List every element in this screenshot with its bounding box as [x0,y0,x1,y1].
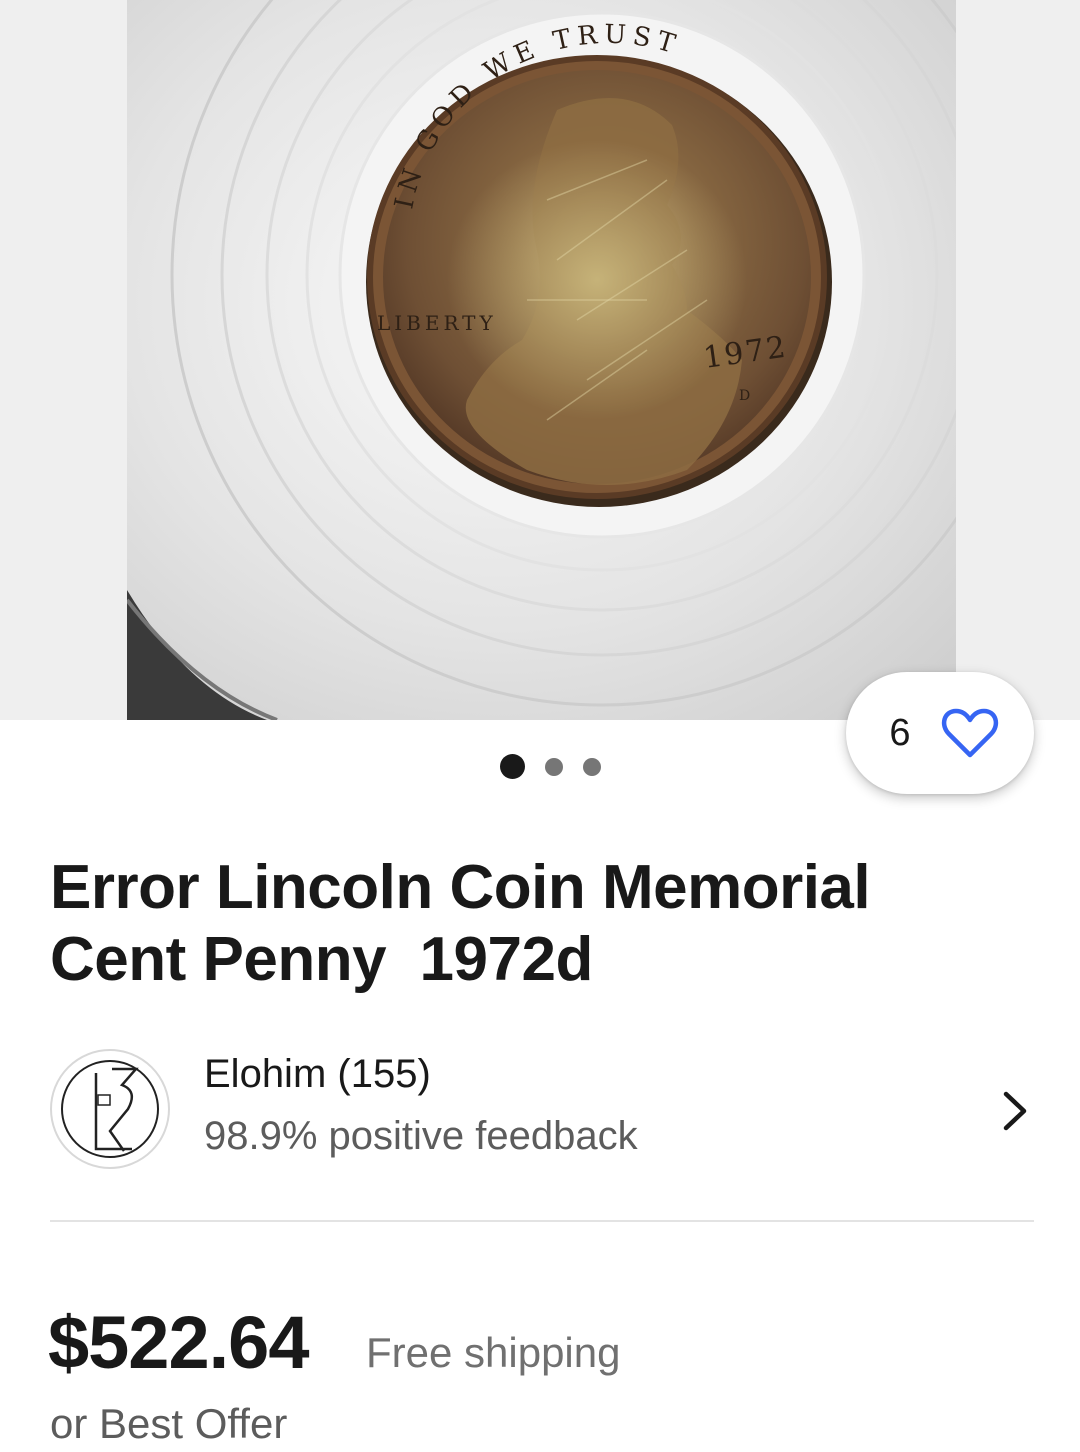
carousel-dot[interactable] [582,757,601,776]
heart-icon [941,708,998,758]
coin-mint-mark: D [739,388,750,404]
carousel-dot[interactable] [544,757,563,776]
seller-name[interactable]: Elohim (155) [204,1052,431,1097]
chevron-right-icon[interactable] [998,1090,1032,1132]
seller-avatar [50,1049,170,1169]
seller-row[interactable]: Elohim (155) 98.9% positive feedback [50,1044,1035,1174]
shipping-info: Free shipping [366,1329,621,1376]
carousel-dot-active[interactable] [499,754,525,779]
watch-count: 6 [889,711,911,754]
divider [50,1220,1034,1222]
image-carousel[interactable]: IN GOD WE TRUST LIBERTY 1972 D [0,0,1080,720]
item-title: Error Lincoln Coin Memorial Cent Penny 1… [50,853,887,994]
item-photo[interactable]: IN GOD WE TRUST LIBERTY 1972 D [127,0,956,720]
item-price: $522.64 [48,1301,309,1384]
coin-liberty-text: LIBERTY [377,311,497,335]
seller-feedback: 98.9% positive feedback [204,1114,638,1158]
seller-logo [61,1060,159,1158]
item-page: IN GOD WE TRUST LIBERTY 1972 D 6 Error L… [0,0,1080,1452]
coin-photo: IN GOD WE TRUST LIBERTY 1972 D [127,0,956,720]
best-offer-label: or Best Offer [50,1400,288,1447]
carousel-dots [0,754,1080,779]
